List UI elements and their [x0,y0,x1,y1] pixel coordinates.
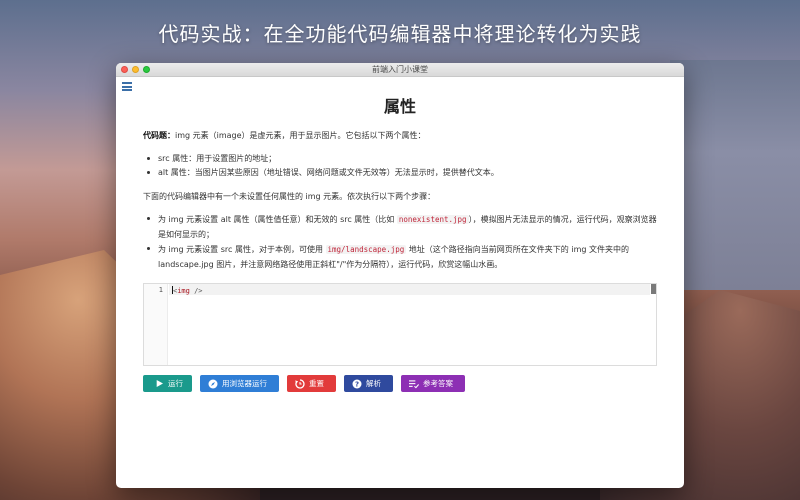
active-code-line[interactable]: <img /> [169,284,650,295]
run-button[interactable]: 运行 [143,375,192,392]
lesson-content: 属性 代码题：img 元素（image）是虚元素，用于显示图片。它包括以下两个属… [143,77,657,272]
help-icon: ? [352,379,362,389]
compass-icon [208,379,218,389]
step-item-2: 为 img 元素设置 src 属性，对于本例，可使用 img/landscape… [143,242,657,272]
editor-scrollbar[interactable] [651,284,656,294]
editor-gutter: 1 [144,284,168,365]
attribute-item-src: src 属性：用于设置图片的地址； [143,152,657,166]
run-in-browser-label: 用浏览器运行 [222,379,267,388]
desktop-sky [670,60,800,290]
intro-label: 代码题： [143,131,175,140]
reset-button[interactable]: 重置 [287,375,336,392]
task-intro: 下面的代码编辑器中有一个未设置任何属性的 img 元素。依次执行以下两个步骤： [143,192,436,201]
app-window: 前端入门小课堂 属性 代码题：img 元素（image）是虚元素，用于显示图片。… [116,63,684,488]
step1-code: nonexistent.jpg [396,215,469,224]
run-in-browser-button[interactable]: 用浏览器运行 [200,375,279,392]
reset-button-label: 重置 [309,379,324,388]
reference-answer-label: 参考答案 [423,379,453,388]
code-editor[interactable]: 1 <img /> [143,283,657,366]
checklist-icon [409,379,419,389]
explain-button[interactable]: ? 解析 [344,375,393,392]
lesson-intro: 代码题：img 元素（image）是虚元素，用于显示图片。它包括以下两个属性： [143,129,657,142]
code-close: /> [189,287,203,295]
run-button-label: 运行 [168,379,183,388]
action-buttons: 运行 用浏览器运行 重置 ? 解析 参考答案 [143,375,465,392]
step2-text-before: 为 img 元素设置 src 属性，对于本例，可使用 [158,245,326,254]
title-bar: 前端入门小课堂 [116,63,684,77]
attribute-item-alt: alt 属性：当图片因某些原因（地址错误、网络问题或文件无效等）无法显示时，提供… [143,166,657,180]
lesson-heading: 属性 [383,97,416,116]
step-item-1: 为 img 元素设置 alt 属性（属性值任意）和无效的 src 属性（比如 n… [143,212,657,242]
list-menu-icon[interactable] [122,82,132,91]
reset-icon [295,378,305,389]
step-list: 为 img 元素设置 alt 属性（属性值任意）和无效的 src 属性（比如 n… [143,212,657,272]
line-number: 1 [158,286,163,294]
step2-code: img/landscape.jpg [325,245,407,254]
svg-text:?: ? [355,380,359,388]
attribute-list: src 属性：用于设置图片的地址； alt 属性：当图片因某些原因（地址错误、网… [143,152,657,180]
intro-text: img 元素（image）是虚元素，用于显示图片。它包括以下两个属性： [175,131,426,140]
window-title: 前端入门小课堂 [372,65,428,74]
code-tag-name: img [177,287,190,295]
step1-text-before: 为 img 元素设置 alt 属性（属性值任意）和无效的 src 属性（比如 [158,215,397,224]
reference-answer-button[interactable]: 参考答案 [401,375,465,392]
explain-button-label: 解析 [366,379,381,388]
promo-banner: 代码实战：在全功能代码编辑器中将理论转化为实践 [158,22,642,46]
play-icon [154,379,164,389]
